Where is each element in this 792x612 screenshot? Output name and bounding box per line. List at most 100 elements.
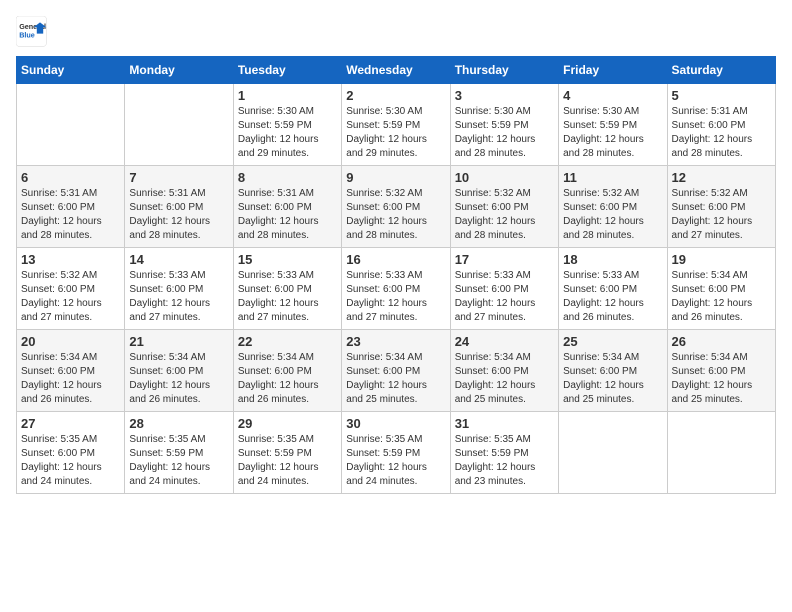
calendar-cell: 7 Sunrise: 5:31 AM Sunset: 6:00 PM Daylig… (125, 166, 233, 248)
calendar-cell: 19 Sunrise: 5:34 AM Sunset: 6:00 PM Dayli… (667, 248, 775, 330)
day-info: Sunrise: 5:32 AM Sunset: 6:00 PM Dayligh… (455, 187, 554, 243)
day-info: Sunrise: 5:35 AM Sunset: 5:59 PM Dayligh… (238, 433, 337, 489)
logo: General Blue (16, 16, 48, 48)
day-info: Sunrise: 5:34 AM Sunset: 6:00 PM Dayligh… (129, 351, 228, 407)
calendar-cell: 29 Sunrise: 5:35 AM Sunset: 5:59 PM Dayli… (233, 412, 341, 494)
day-number: 31 (455, 416, 554, 431)
day-number: 12 (672, 170, 771, 185)
day-info: Sunrise: 5:32 AM Sunset: 6:00 PM Dayligh… (346, 187, 445, 243)
day-number: 26 (672, 334, 771, 349)
calendar-cell: 10 Sunrise: 5:32 AM Sunset: 6:00 PM Dayli… (450, 166, 558, 248)
day-number: 14 (129, 252, 228, 267)
day-number: 17 (455, 252, 554, 267)
calendar-header-row: SundayMondayTuesdayWednesdayThursdayFrid… (17, 57, 776, 84)
weekday-header-saturday: Saturday (667, 57, 775, 84)
calendar-cell: 2 Sunrise: 5:30 AM Sunset: 5:59 PM Daylig… (342, 84, 450, 166)
calendar-week-row: 1 Sunrise: 5:30 AM Sunset: 5:59 PM Daylig… (17, 84, 776, 166)
weekday-header-thursday: Thursday (450, 57, 558, 84)
day-number: 10 (455, 170, 554, 185)
weekday-header-wednesday: Wednesday (342, 57, 450, 84)
day-number: 5 (672, 88, 771, 103)
weekday-header-monday: Monday (125, 57, 233, 84)
day-info: Sunrise: 5:32 AM Sunset: 6:00 PM Dayligh… (672, 187, 771, 243)
day-info: Sunrise: 5:34 AM Sunset: 6:00 PM Dayligh… (238, 351, 337, 407)
day-number: 11 (563, 170, 662, 185)
day-number: 30 (346, 416, 445, 431)
day-info: Sunrise: 5:35 AM Sunset: 5:59 PM Dayligh… (129, 433, 228, 489)
calendar-cell: 12 Sunrise: 5:32 AM Sunset: 6:00 PM Dayli… (667, 166, 775, 248)
calendar-cell: 22Sunrise: 5:34 AM Sunset: 6:00 PM Dayli… (233, 330, 341, 412)
calendar-cell: 11Sunrise: 5:32 AM Sunset: 6:00 PM Dayli… (559, 166, 667, 248)
calendar-cell: 3 Sunrise: 5:30 AM Sunset: 5:59 PM Daylig… (450, 84, 558, 166)
calendar-cell: 17 Sunrise: 5:33 AM Sunset: 6:00 PM Dayli… (450, 248, 558, 330)
day-info: Sunrise: 5:31 AM Sunset: 6:00 PM Dayligh… (129, 187, 228, 243)
calendar-cell: 28 Sunrise: 5:35 AM Sunset: 5:59 PM Dayli… (125, 412, 233, 494)
day-info: Sunrise: 5:34 AM Sunset: 6:00 PM Dayligh… (672, 269, 771, 325)
calendar-cell: 13 Sunrise: 5:32 AM Sunset: 6:00 PM Dayli… (17, 248, 125, 330)
calendar-week-row: 13 Sunrise: 5:32 AM Sunset: 6:00 PM Dayli… (17, 248, 776, 330)
day-info: Sunrise: 5:31 AM Sunset: 6:00 PM Dayligh… (238, 187, 337, 243)
day-number: 3 (455, 88, 554, 103)
calendar-cell: 31 Sunrise: 5:35 AM Sunset: 5:59 PM Dayli… (450, 412, 558, 494)
calendar-cell: 6Sunrise: 5:31 AM Sunset: 6:00 PM Daylig… (17, 166, 125, 248)
day-info: Sunrise: 5:32 AM Sunset: 6:00 PM Dayligh… (21, 269, 120, 325)
calendar-cell: 20 Sunrise: 5:34 AM Sunset: 6:00 PM Dayli… (17, 330, 125, 412)
calendar-cell (125, 84, 233, 166)
day-number: 8 (238, 170, 337, 185)
day-number: 2 (346, 88, 445, 103)
day-info: Sunrise: 5:30 AM Sunset: 5:59 PM Dayligh… (455, 105, 554, 161)
day-info: Sunrise: 5:30 AM Sunset: 5:59 PM Dayligh… (563, 105, 662, 161)
day-info: Sunrise: 5:30 AM Sunset: 5:59 PM Dayligh… (346, 105, 445, 161)
weekday-header-sunday: Sunday (17, 57, 125, 84)
calendar-cell: 21Sunrise: 5:34 AM Sunset: 6:00 PM Dayli… (125, 330, 233, 412)
day-info: Sunrise: 5:35 AM Sunset: 6:00 PM Dayligh… (21, 433, 120, 489)
day-number: 18 (563, 252, 662, 267)
calendar-cell: 18 Sunrise: 5:33 AM Sunset: 6:00 PM Dayli… (559, 248, 667, 330)
day-info: Sunrise: 5:33 AM Sunset: 6:00 PM Dayligh… (129, 269, 228, 325)
day-number: 16 (346, 252, 445, 267)
weekday-header-tuesday: Tuesday (233, 57, 341, 84)
calendar-cell: 16Sunrise: 5:33 AM Sunset: 6:00 PM Dayli… (342, 248, 450, 330)
day-number: 20 (21, 334, 120, 349)
day-number: 24 (455, 334, 554, 349)
day-number: 1 (238, 88, 337, 103)
calendar-cell: 5 Sunrise: 5:31 AM Sunset: 6:00 PM Daylig… (667, 84, 775, 166)
day-number: 7 (129, 170, 228, 185)
calendar-cell: 30Sunrise: 5:35 AM Sunset: 5:59 PM Dayli… (342, 412, 450, 494)
calendar-cell: 4 Sunrise: 5:30 AM Sunset: 5:59 PM Daylig… (559, 84, 667, 166)
calendar-table: SundayMondayTuesdayWednesdayThursdayFrid… (16, 56, 776, 494)
day-number: 27 (21, 416, 120, 431)
day-number: 13 (21, 252, 120, 267)
calendar-cell (559, 412, 667, 494)
day-info: Sunrise: 5:34 AM Sunset: 6:00 PM Dayligh… (21, 351, 120, 407)
day-number: 23 (346, 334, 445, 349)
day-number: 6 (21, 170, 120, 185)
logo-icon: General Blue (16, 16, 48, 48)
weekday-header-friday: Friday (559, 57, 667, 84)
day-number: 4 (563, 88, 662, 103)
day-info: Sunrise: 5:35 AM Sunset: 5:59 PM Dayligh… (455, 433, 554, 489)
calendar-cell: 24 Sunrise: 5:34 AM Sunset: 6:00 PM Dayli… (450, 330, 558, 412)
page-header: General Blue (16, 16, 776, 48)
calendar-cell: 26Sunrise: 5:34 AM Sunset: 6:00 PM Dayli… (667, 330, 775, 412)
day-number: 28 (129, 416, 228, 431)
calendar-cell: 14 Sunrise: 5:33 AM Sunset: 6:00 PM Dayli… (125, 248, 233, 330)
day-info: Sunrise: 5:33 AM Sunset: 6:00 PM Dayligh… (563, 269, 662, 325)
day-info: Sunrise: 5:33 AM Sunset: 6:00 PM Dayligh… (238, 269, 337, 325)
svg-text:Blue: Blue (19, 31, 35, 40)
day-number: 9 (346, 170, 445, 185)
day-number: 25 (563, 334, 662, 349)
day-info: Sunrise: 5:34 AM Sunset: 6:00 PM Dayligh… (455, 351, 554, 407)
calendar-cell: 25 Sunrise: 5:34 AM Sunset: 6:00 PM Dayli… (559, 330, 667, 412)
calendar-cell: 23 Sunrise: 5:34 AM Sunset: 6:00 PM Dayli… (342, 330, 450, 412)
day-number: 29 (238, 416, 337, 431)
day-info: Sunrise: 5:31 AM Sunset: 6:00 PM Dayligh… (672, 105, 771, 161)
day-info: Sunrise: 5:34 AM Sunset: 6:00 PM Dayligh… (346, 351, 445, 407)
day-number: 19 (672, 252, 771, 267)
calendar-week-row: 6 Sunrise: 5:31 AM Sunset: 6:00 PM Daylig… (17, 166, 776, 248)
calendar-cell (17, 84, 125, 166)
day-info: Sunrise: 5:34 AM Sunset: 6:00 PM Dayligh… (563, 351, 662, 407)
calendar-cell: 8 Sunrise: 5:31 AM Sunset: 6:00 PM Daylig… (233, 166, 341, 248)
day-info: Sunrise: 5:30 AM Sunset: 5:59 PM Dayligh… (238, 105, 337, 161)
day-info: Sunrise: 5:33 AM Sunset: 6:00 PM Dayligh… (455, 269, 554, 325)
